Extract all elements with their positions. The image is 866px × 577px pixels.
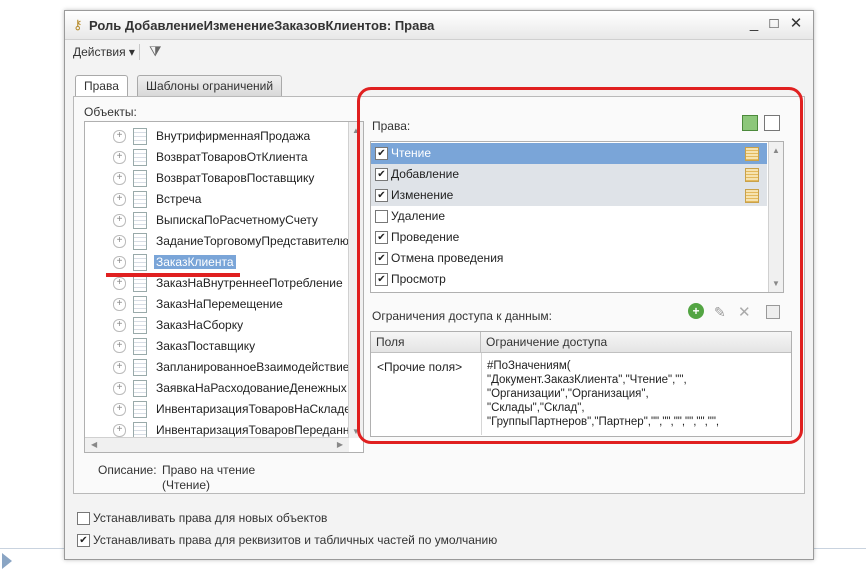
expand-icon[interactable]: + [113,193,126,206]
objects-tree: + ВнутрифирменнаяПродажа + ВозвратТоваровОт… [84,121,364,453]
tree-item-label: ЗаказНаВнутреннееПотребление [156,276,343,290]
document-icon [133,191,147,208]
tree-item-label: ИнвентаризацияТоваровПереданных [156,423,364,437]
tab-rights[interactable]: Права [75,75,128,96]
document-icon [133,338,147,355]
tree-item[interactable]: + ЗаказКлиента [85,252,347,273]
tree-item-label: ИнвентаризацияТоваровНаСкладе [156,402,351,416]
new-objects-label: Устанавливать права для новых объектов [93,511,328,525]
tree-item[interactable]: + ВыпискаПоРасчетномуСчету [85,210,347,231]
description-text: Право на чтение [162,463,256,477]
document-icon [133,149,147,166]
tree-item[interactable]: + ЗаявкаНаРасходованиеДенежных [85,378,347,399]
expand-icon[interactable]: + [113,361,126,374]
tree-item-label: ВнутрифирменнаяПродажа [156,129,311,143]
tree-item-label: ВозвратТоваровОтКлиента [156,150,308,164]
tree-item[interactable]: + ЗаданиеТорговомуПредставителю [85,231,349,252]
tree-item-label: ЗаказНаПеремещение [156,297,283,311]
expand-icon[interactable]: + [113,235,126,248]
description-subtext: (Чтение) [162,478,211,492]
document-icon [133,170,147,187]
minimize-button[interactable]: _ [745,15,763,33]
document-icon [133,275,147,292]
tree-item[interactable]: + ЗаказНаПеремещение [85,294,347,315]
expand-icon[interactable]: + [113,277,126,290]
title-bar: ⚷ Роль ДобавлениеИзменениеЗаказовКлиенто… [65,11,813,40]
expand-icon[interactable]: + [113,151,126,164]
new-objects-checkbox[interactable] [77,512,90,525]
expand-icon[interactable]: + [113,172,126,185]
document-icon [133,317,147,334]
annotation-red-frame [357,87,803,444]
tree-item-label: ВыпискаПоРасчетномуСчету [156,213,318,227]
expand-icon[interactable]: + [113,382,126,395]
expand-icon[interactable]: + [113,340,126,353]
document-icon [133,380,147,397]
toolbar-separator [139,44,140,60]
expand-icon[interactable]: + [113,256,126,269]
objects-label: Объекты: [84,105,137,119]
tree-item-label: ЗаказКлиента [154,255,236,269]
tree-item[interactable]: + ЗапланированноеВзаимодействие [85,357,350,378]
tree-item[interactable]: + Встреча [85,189,347,210]
document-icon [133,254,147,271]
expand-icon[interactable]: + [113,424,126,437]
tree-item-label: Встреча [156,192,202,206]
tree-item-label: ЗаявкаНаРасходованиеДенежных [156,381,347,395]
tree-item-label: ЗаказПоставщику [156,339,256,353]
tree-item[interactable]: + ВозвратТоваровОтКлиента [85,147,347,168]
maximize-button[interactable]: □ [765,15,783,33]
actions-menu-button[interactable]: Действия ▾ [73,45,135,59]
tree-horizontal-scrollbar[interactable]: ◀ ▶ [85,437,349,452]
expand-icon[interactable]: + [113,319,126,332]
document-icon [133,359,147,376]
tree-item-label: ЗаказНаСборку [156,318,244,332]
scroll-left-icon[interactable]: ◀ [91,440,97,449]
tree-item[interactable]: + ВнутрифирменнаяПродажа [85,126,347,147]
tree-item[interactable]: + ЗаказНаСборку [85,315,347,336]
document-icon [133,401,147,418]
attributes-default-checkbox[interactable]: ✔ [77,534,90,547]
tab-restriction-templates[interactable]: Шаблоны ограничений [137,75,283,96]
tree-item[interactable]: + ИнвентаризацияТоваровНаСкладе [85,399,351,420]
expand-icon[interactable]: + [113,298,126,311]
filter-icon[interactable]: ⧩ [149,43,162,60]
document-icon [133,128,147,145]
document-icon [133,212,147,229]
document-icon [133,296,147,313]
attributes-default-label: Устанавливать права для реквизитов и таб… [93,533,498,547]
expand-icon[interactable]: + [113,403,126,416]
toolbar: Действия ▾ ⧩ [65,40,813,64]
tree-item-label: ЗаданиеТорговомуПредставителю [156,234,349,248]
expand-icon[interactable]: + [113,214,126,227]
expand-icon[interactable]: + [113,130,126,143]
annotation-red-underline [106,273,240,277]
tree-item[interactable]: + ЗаказПоставщику [85,336,347,357]
key-icon: ⚷ [73,17,83,32]
scroll-right-icon[interactable]: ▶ [337,440,343,449]
slide-arrow-icon [2,553,12,569]
close-button[interactable]: ✕ [787,15,805,33]
document-icon [133,233,147,250]
tree-item-label: ЗапланированноеВзаимодействие [156,360,350,374]
description-label: Описание: [98,463,157,477]
window-title: Роль ДобавлениеИзменениеЗаказовКлиентов:… [89,18,435,33]
tree-item[interactable]: + ВозвратТоваровПоставщику [85,168,347,189]
tree-item-label: ВозвратТоваровПоставщику [156,171,315,185]
